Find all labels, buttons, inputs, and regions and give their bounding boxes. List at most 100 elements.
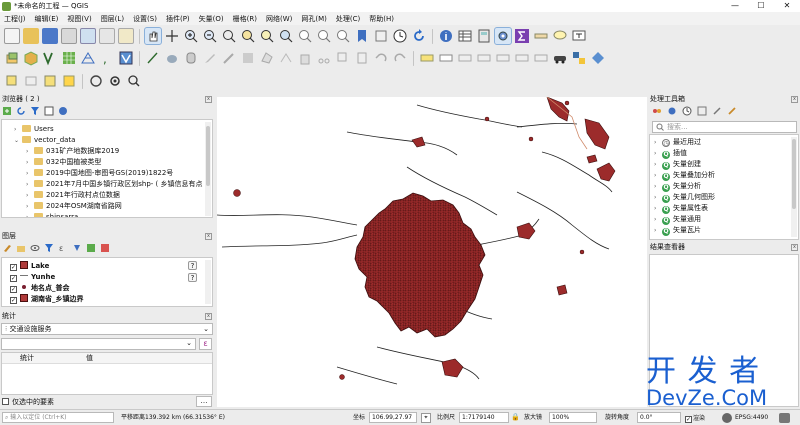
filter-icon[interactable] (30, 106, 40, 116)
layer-item-place-points[interactable]: ✓ 地名点_普会 (10, 283, 70, 293)
processing-item-vector-overlay[interactable]: › Q 矢量叠加分析 (654, 170, 715, 181)
undo-icon[interactable] (373, 50, 389, 66)
expression-filter-icon[interactable]: ε (58, 243, 68, 253)
layer-item-yunhe[interactable]: ✓ Yunhe (10, 272, 55, 282)
measure-icon[interactable] (533, 28, 549, 44)
menu-mesh[interactable]: 网孔(M) (301, 14, 327, 24)
lake-polygon[interactable] (586, 154, 598, 164)
zoom-rubberband-icon[interactable] (221, 28, 237, 44)
add-postgis-icon[interactable] (164, 50, 180, 66)
expand-arrow-icon[interactable]: › (26, 180, 34, 190)
lake-polygon[interactable] (546, 97, 570, 122)
close-panel-icon[interactable]: x (791, 96, 798, 103)
copy-features-icon[interactable] (335, 50, 351, 66)
expand-arrow-icon[interactable]: › (26, 169, 34, 179)
processing-item-vector-general[interactable]: › Q 矢量通用 (654, 214, 701, 225)
lake-polygon[interactable] (556, 284, 568, 296)
menu-raster[interactable]: 栅格(R) (233, 14, 257, 24)
expand-arrow-icon[interactable]: › (654, 160, 662, 170)
layout-manager-icon[interactable] (99, 28, 115, 44)
map-tips-icon[interactable] (552, 28, 568, 44)
expand-arrow-icon[interactable]: › (654, 204, 662, 214)
save-edits-icon[interactable] (240, 50, 256, 66)
browser-item[interactable]: › 2019中国地图-审图号GS(2019)1822号 (26, 168, 173, 178)
checkbox-icon[interactable]: ✓ (10, 275, 17, 282)
checkbox-icon[interactable]: ✓ (10, 264, 17, 271)
toggle-extents-icon[interactable]: ⌖ (421, 413, 431, 423)
processing-scrollbar[interactable] (791, 137, 797, 237)
lake-polygon[interactable] (441, 358, 464, 378)
processing-item-vector-table[interactable]: › Q 矢量属性表 (654, 203, 708, 214)
identify-icon[interactable] (438, 28, 454, 44)
add-virtual-layer-icon[interactable] (118, 50, 134, 66)
magnifier-field[interactable]: 100% (549, 412, 597, 423)
browser-item[interactable]: › Users (14, 124, 54, 134)
add-raster-layer-icon[interactable] (61, 50, 77, 66)
expand-arrow-icon[interactable]: › (654, 149, 662, 159)
menu-web[interactable]: 网络(W) (266, 14, 292, 24)
expand-arrow-icon[interactable]: › (654, 226, 662, 236)
cut-features-icon[interactable] (316, 50, 332, 66)
new-project-icon[interactable] (4, 28, 20, 44)
statistics-icon[interactable] (514, 28, 530, 44)
add-delimited-text-icon[interactable]: , (99, 50, 115, 66)
select-features-icon[interactable] (4, 73, 20, 89)
add-group-icon[interactable] (16, 243, 26, 253)
lake-polygon[interactable] (516, 222, 536, 240)
style-manager-icon[interactable] (118, 28, 134, 44)
expand-arrow-icon[interactable]: › (654, 215, 662, 225)
expand-arrow-icon[interactable]: › (14, 125, 22, 135)
menu-settings[interactable]: 设置(S) (133, 14, 157, 24)
coordinate-field[interactable]: 106.99,27.97 (369, 412, 417, 423)
expand-all-icon[interactable] (72, 243, 82, 253)
island-polygon[interactable] (339, 374, 345, 380)
processing-item-recent[interactable]: › ◷ 最近用过 (654, 137, 701, 147)
add-vector-layer-icon[interactable] (42, 50, 58, 66)
processing-item-vector-creation[interactable]: › Q 矢量创建 (654, 159, 701, 170)
close-panel-icon[interactable]: x (205, 313, 212, 320)
show-bookmarks-icon[interactable] (373, 28, 389, 44)
filter-icon[interactable] (44, 243, 54, 253)
lake-polygon[interactable] (411, 136, 426, 148)
deselect-icon[interactable] (42, 73, 58, 89)
island-polygon[interactable] (564, 100, 570, 106)
zoom-next-icon[interactable] (335, 28, 351, 44)
zoom-full-icon[interactable] (240, 28, 256, 44)
redo-icon[interactable] (392, 50, 408, 66)
field-calculator-icon[interactable] (476, 28, 492, 44)
browser-item[interactable]: › 2021年7月中国乡镇行政区划shp- ( 乡镇信息有点 (26, 179, 203, 189)
plugin-settings-icon[interactable] (590, 50, 606, 66)
layer-item-hunan-towns[interactable]: ✓ 湖南省_乡镇边界 (10, 294, 84, 304)
menu-view[interactable]: 视图(V) (67, 14, 91, 24)
browser-scrollbar[interactable] (205, 122, 211, 216)
3d-view-icon[interactable] (552, 50, 568, 66)
close-panel-icon[interactable]: x (791, 244, 798, 251)
island-polygon[interactable] (579, 249, 585, 255)
rotation-field[interactable]: 0.0° (637, 412, 681, 423)
paste-features-icon[interactable] (354, 50, 370, 66)
menu-vector[interactable]: 矢量(O) (199, 14, 224, 24)
browser-item[interactable]: › 032中国植被类型 (26, 157, 101, 167)
style-brush-icon[interactable] (2, 243, 12, 253)
select-by-location-icon[interactable] (61, 73, 77, 89)
add-mesh-layer-icon[interactable] (80, 50, 96, 66)
expand-arrow-icon[interactable]: › (26, 191, 34, 201)
menu-processing[interactable]: 处理(C) (336, 14, 360, 24)
print-layout-icon[interactable] (80, 28, 96, 44)
browser-item[interactable]: › shinsarra (26, 212, 78, 217)
toggle-edit-icon[interactable] (221, 50, 237, 66)
processing-item-vector-tiles[interactable]: › Q 矢量瓦片 (654, 225, 701, 236)
browser-item[interactable]: › 031矿产地数据库2019 (26, 146, 119, 156)
scripts-icon[interactable] (667, 106, 677, 116)
move-label-icon[interactable] (495, 50, 511, 66)
close-icon[interactable]: ✕ (774, 0, 800, 12)
layers-scrollbar[interactable] (205, 260, 211, 304)
island-polygon[interactable] (484, 116, 490, 122)
browser-item[interactable]: ⌄ vector_data (14, 135, 75, 145)
lake-polygon[interactable] (584, 118, 610, 150)
checkbox-icon[interactable]: ✓ (10, 286, 17, 293)
refresh-icon[interactable] (16, 106, 26, 116)
expand-arrow-icon[interactable]: › (654, 138, 662, 148)
new-geopackage-icon[interactable] (23, 50, 39, 66)
add-layer-icon[interactable] (2, 106, 12, 116)
